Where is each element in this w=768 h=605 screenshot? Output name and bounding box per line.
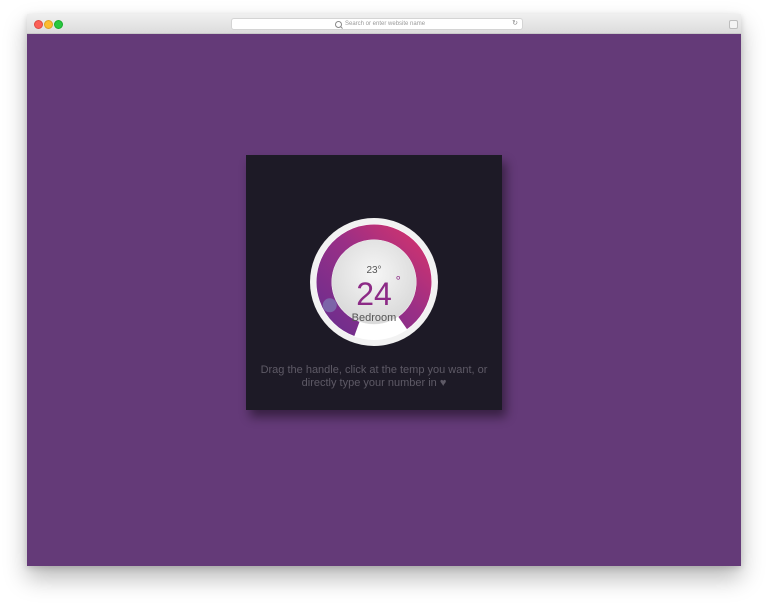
address-bar-placeholder: Search or enter website name	[345, 21, 426, 27]
current-temperature[interactable]: 24 °	[309, 273, 439, 312]
current-temperature-value: 24	[356, 276, 392, 312]
reload-icon[interactable]: ↻	[512, 19, 518, 29]
thermostat-dial[interactable]: 23° 24 ° Bedroom	[309, 217, 439, 347]
title-bar: Search or enter website name ↻	[27, 14, 741, 34]
instructions-label: Drag the handle, click at the temp you w…	[260, 364, 488, 389]
address-bar[interactable]: Search or enter website name ↻	[231, 18, 523, 30]
heart-icon: ♥	[439, 377, 447, 389]
target-temperature[interactable]: 23°	[309, 265, 439, 276]
zoom-window-button[interactable]	[54, 20, 63, 29]
instructions-text: Drag the handle, click at the temp you w…	[256, 364, 492, 390]
window-control-button[interactable]	[729, 20, 738, 29]
minimize-window-button[interactable]	[44, 20, 53, 29]
browser-window: Search or enter website name ↻ 23° 24 ° …	[27, 14, 741, 566]
degree-symbol: °	[395, 273, 401, 288]
close-window-button[interactable]	[34, 20, 43, 29]
room-label: Bedroom	[351, 312, 397, 324]
thermostat-card: 23° 24 ° Bedroom Drag the handle, click a…	[246, 155, 502, 410]
search-icon	[335, 21, 342, 28]
